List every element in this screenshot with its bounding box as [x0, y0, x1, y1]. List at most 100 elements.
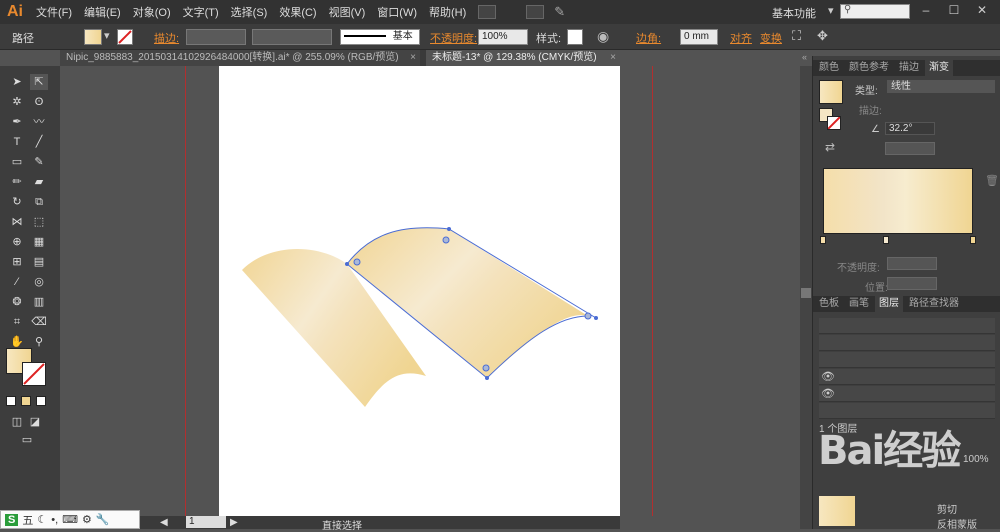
style-swatch[interactable]: [567, 29, 583, 45]
corner-label[interactable]: 边角:: [636, 30, 661, 46]
bridge-button[interactable]: [478, 5, 497, 19]
menu-file[interactable]: 文件(F): [30, 4, 78, 20]
lasso-icon[interactable]: ʘ: [30, 94, 48, 110]
keyboard-icon[interactable]: ⌨: [62, 513, 78, 526]
next-page-icon[interactable]: ▶: [230, 517, 238, 528]
layer-row[interactable]: 👁: [819, 386, 995, 402]
direct-selection-tool-icon[interactable]: ⇱: [30, 74, 48, 90]
gradient-stop[interactable]: [970, 236, 976, 244]
menu-view[interactable]: 视图(V): [323, 4, 372, 20]
free-transform-icon[interactable]: ⬚: [30, 214, 48, 230]
tab-stroke[interactable]: 描边: [895, 60, 923, 76]
close-tab-icon[interactable]: ×: [610, 50, 616, 66]
gradient-type-select[interactable]: 线性: [887, 80, 995, 93]
gradient-angle-field[interactable]: 32.2°: [885, 122, 935, 135]
variable-width-dropdown[interactable]: [252, 29, 332, 45]
mesh-tool-icon[interactable]: ⊞: [8, 254, 26, 270]
tab-brushes[interactable]: 画笔: [845, 296, 873, 312]
artboard-tool-icon[interactable]: ⌗: [8, 314, 26, 330]
ime-mode[interactable]: 五: [22, 512, 33, 528]
opacity-label[interactable]: 不透明度:: [430, 30, 477, 46]
pencil-icon[interactable]: ✏: [8, 174, 26, 190]
aspect-ratio-field[interactable]: [885, 142, 935, 155]
book-illustration[interactable]: [60, 66, 800, 516]
stop-position-field[interactable]: [887, 277, 937, 290]
tab-color-guide[interactable]: 颜色参考: [845, 60, 893, 76]
gradient-stop[interactable]: [820, 236, 826, 244]
menu-window[interactable]: 窗口(W): [371, 4, 423, 20]
menu-effect[interactable]: 效果(C): [273, 4, 322, 20]
layer-row[interactable]: [819, 352, 995, 368]
zoom-tool-icon[interactable]: ⚲: [30, 334, 48, 350]
screen-mode-icon[interactable]: ▭: [18, 432, 36, 448]
width-tool-icon[interactable]: ⋈: [8, 214, 26, 230]
gradient-tool-icon[interactable]: ▤: [30, 254, 48, 270]
visibility-eye-icon[interactable]: 👁: [821, 370, 835, 383]
align-link[interactable]: 对齐: [730, 30, 752, 46]
selection-tool-icon[interactable]: ➤: [8, 74, 26, 90]
stroke-swatch[interactable]: [117, 29, 133, 45]
layer-row[interactable]: [819, 403, 995, 419]
workspace-switcher[interactable]: 基本功能: [772, 5, 816, 21]
curvature-tool-icon[interactable]: 〰: [30, 114, 48, 130]
scale-tool-icon[interactable]: ⧉: [30, 194, 48, 210]
collapse-panels-icon[interactable]: «: [802, 52, 807, 62]
menu-help[interactable]: 帮助(H): [423, 4, 472, 20]
vertical-scrollbar[interactable]: [800, 66, 812, 529]
punctuation-icon[interactable]: •,: [51, 514, 58, 526]
gpu-icon[interactable]: ✎: [554, 4, 565, 20]
rotate-tool-icon[interactable]: ↻: [8, 194, 26, 210]
layer-row[interactable]: 👁: [819, 369, 995, 385]
blend-tool-icon[interactable]: ◎: [30, 274, 48, 290]
page-field[interactable]: 1: [186, 516, 226, 528]
workspace-dropdown-icon[interactable]: ▾: [828, 4, 834, 17]
gradient-stroke-box[interactable]: [827, 116, 841, 130]
menu-edit[interactable]: 编辑(E): [78, 4, 127, 20]
brush-profile-field[interactable]: 基本: [340, 29, 420, 45]
ime-logo[interactable]: S: [5, 513, 19, 526]
close-icon[interactable]: ✕: [974, 3, 990, 19]
type-tool-icon[interactable]: T: [8, 134, 26, 150]
paintbrush-icon[interactable]: ✎: [30, 154, 48, 170]
draw-behind-icon[interactable]: ◪: [26, 414, 44, 430]
visibility-eye-icon[interactable]: 👁: [821, 387, 835, 400]
menu-type[interactable]: 文字(T): [177, 4, 225, 20]
tab-layers[interactable]: 图层: [875, 296, 903, 312]
anchor-options-icon[interactable]: ✥: [817, 28, 828, 44]
tab-swatches[interactable]: 色板: [815, 296, 843, 312]
isolate-icon[interactable]: ⛶: [792, 28, 801, 44]
recolor-icon[interactable]: ◉: [597, 28, 609, 45]
symbol-sprayer-icon[interactable]: ❂: [8, 294, 26, 310]
gradient-slider[interactable]: [823, 168, 973, 234]
graph-tool-icon[interactable]: ▥: [30, 294, 48, 310]
perspective-grid-icon[interactable]: ▦: [30, 234, 48, 250]
slice-tool-icon[interactable]: ⌫: [30, 314, 48, 330]
fill-dropdown-icon[interactable]: ▾: [104, 29, 110, 42]
eraser-icon[interactable]: ▰: [30, 174, 48, 190]
close-tab-icon[interactable]: ×: [410, 50, 416, 66]
shape-builder-icon[interactable]: ⊕: [8, 234, 26, 250]
corner-field[interactable]: 0 mm: [680, 29, 718, 45]
line-tool-icon[interactable]: ╱: [30, 134, 48, 150]
draw-normal-icon[interactable]: ◫: [8, 414, 26, 430]
maximize-icon[interactable]: ☐: [946, 3, 962, 19]
eyedropper-icon[interactable]: ⁄: [8, 274, 26, 290]
menu-object[interactable]: 对象(O): [127, 4, 177, 20]
transform-link[interactable]: 变换: [760, 30, 782, 46]
opacity-field[interactable]: 100%: [478, 29, 528, 45]
gradient-thumbnail[interactable]: [819, 80, 843, 104]
clip-checkbox-label[interactable]: 剪切: [937, 501, 957, 516]
none-mode-icon[interactable]: [36, 396, 46, 406]
pen-tool-icon[interactable]: ✒: [8, 114, 26, 130]
layer-row[interactable]: [819, 335, 995, 351]
stroke-weight-field[interactable]: [186, 29, 246, 45]
magic-wand-icon[interactable]: ✲: [8, 94, 26, 110]
prev-page-icon[interactable]: ◀: [160, 517, 168, 528]
tab-pathfinder[interactable]: 路径查找器: [905, 296, 963, 312]
moon-icon[interactable]: ☾: [37, 513, 47, 526]
stroke-color-box[interactable]: [22, 362, 46, 386]
arrange-documents-button[interactable]: [526, 5, 545, 19]
transparency-thumbnail[interactable]: [819, 496, 855, 526]
tab-document-1[interactable]: Nipic_9885883_20150314102926484000[转换].a…: [60, 50, 420, 66]
wrench-icon[interactable]: 🔧: [96, 513, 110, 526]
